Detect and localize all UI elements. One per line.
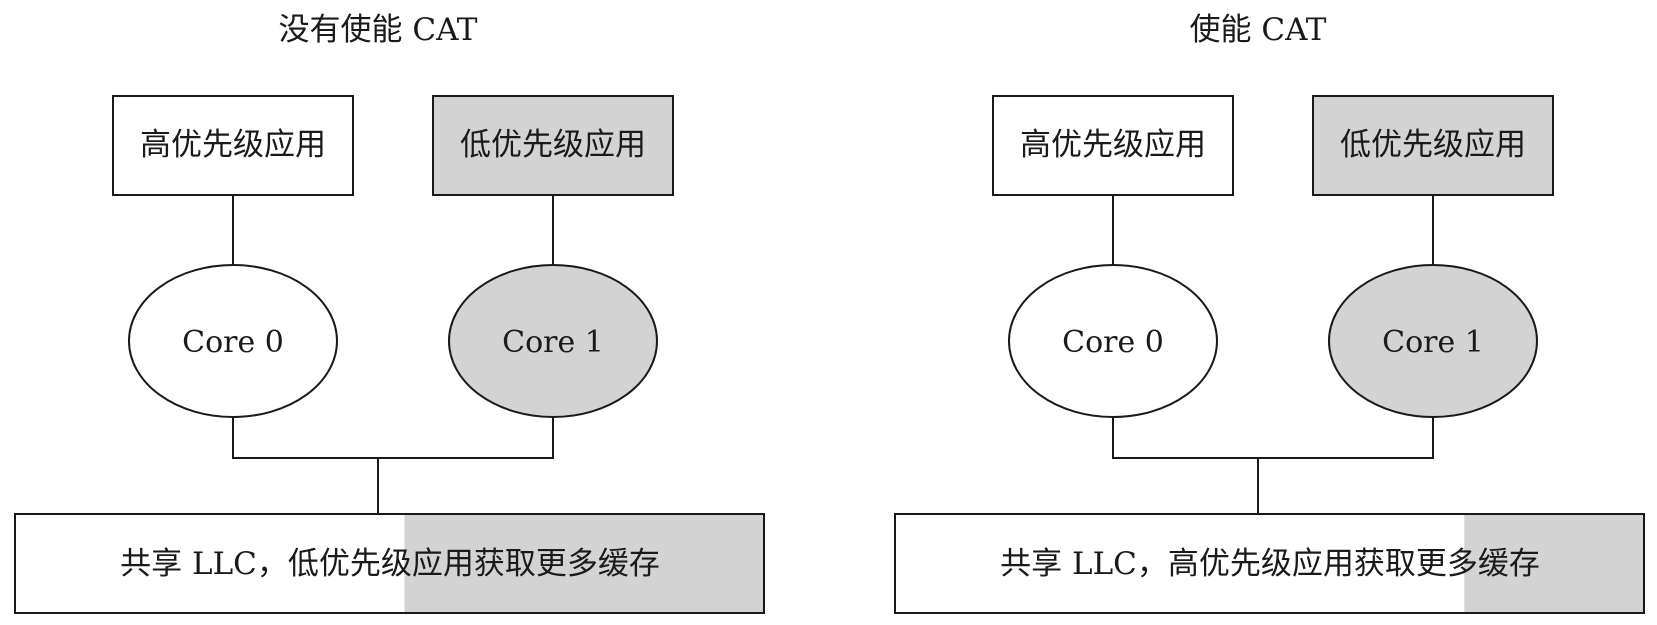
low-priority-app-label: 低优先级应用	[460, 127, 646, 163]
core1-label: Core 1	[502, 325, 604, 360]
core1-label: Core 1	[1382, 325, 1484, 360]
core0-label: Core 0	[182, 325, 284, 360]
diagram-title: 使能 CAT	[1190, 12, 1327, 48]
low-priority-app-label: 低优先级应用	[1340, 127, 1526, 163]
diagram-with-cat-canvas: 使能 CAT 高优先级应用 低优先级应用 Core 0 Core 1 共享 LL…	[894, 12, 1645, 614]
diagram-without-cat: 没有使能 CAT 高优先级应用 低优先级应用 Core 0 Core 1 共享 …	[0, 0, 780, 625]
cores-join-line	[232, 417, 554, 459]
diagram-title: 没有使能 CAT	[279, 12, 478, 48]
diagram-without-cat-canvas: 没有使能 CAT 高优先级应用 低优先级应用 Core 0 Core 1 共享 …	[14, 12, 765, 614]
high-priority-app-label: 高优先级应用	[140, 127, 326, 163]
llc-label: 共享 LLC，低优先级应用获取更多缓存	[120, 546, 660, 582]
cores-join-line	[1112, 417, 1434, 459]
core0-label: Core 0	[1062, 325, 1164, 360]
llc-label: 共享 LLC，高优先级应用获取更多缓存	[1000, 546, 1540, 582]
high-priority-app-label: 高优先级应用	[1020, 127, 1206, 163]
diagram-with-cat: 使能 CAT 高优先级应用 低优先级应用 Core 0 Core 1 共享 LL…	[880, 0, 1657, 625]
